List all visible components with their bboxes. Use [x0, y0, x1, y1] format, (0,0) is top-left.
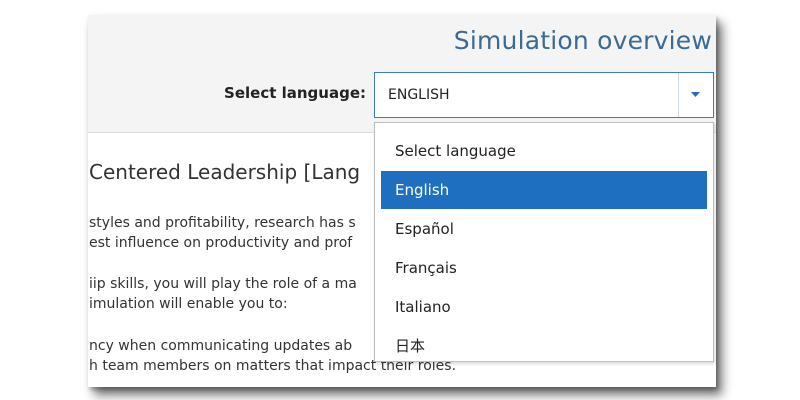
paragraph-line: styles and profitability, research has s: [89, 215, 356, 231]
language-dropdown: Select language English Español Français…: [374, 122, 714, 362]
header: Simulation overview Select language: ENG…: [88, 15, 716, 133]
paragraph-line: est influence on productivity and prof: [89, 235, 353, 251]
caret-down-icon: [691, 92, 700, 97]
language-option-espanol[interactable]: Español: [381, 210, 707, 248]
language-option-japanese[interactable]: 日本: [381, 327, 707, 361]
language-select[interactable]: ENGLISH: [374, 72, 714, 118]
paragraph-line: imulation will enable you to:: [89, 296, 288, 312]
language-select-toggle[interactable]: [678, 73, 713, 117]
content-title: Centered Leadership [Lang: [89, 160, 361, 184]
language-option-select[interactable]: Select language: [381, 132, 707, 170]
paragraph-line: iip skills, you will play the role of a …: [89, 276, 357, 292]
select-language-label: Select language:: [224, 84, 366, 102]
language-option-english[interactable]: English: [381, 171, 707, 209]
page-title: Simulation overview: [453, 26, 712, 55]
language-option-francais[interactable]: Français: [381, 249, 707, 287]
paragraph-line: ncy when communicating updates ab: [89, 338, 353, 354]
language-option-italiano[interactable]: Italiano: [381, 288, 707, 326]
language-select-value: ENGLISH: [388, 87, 450, 103]
